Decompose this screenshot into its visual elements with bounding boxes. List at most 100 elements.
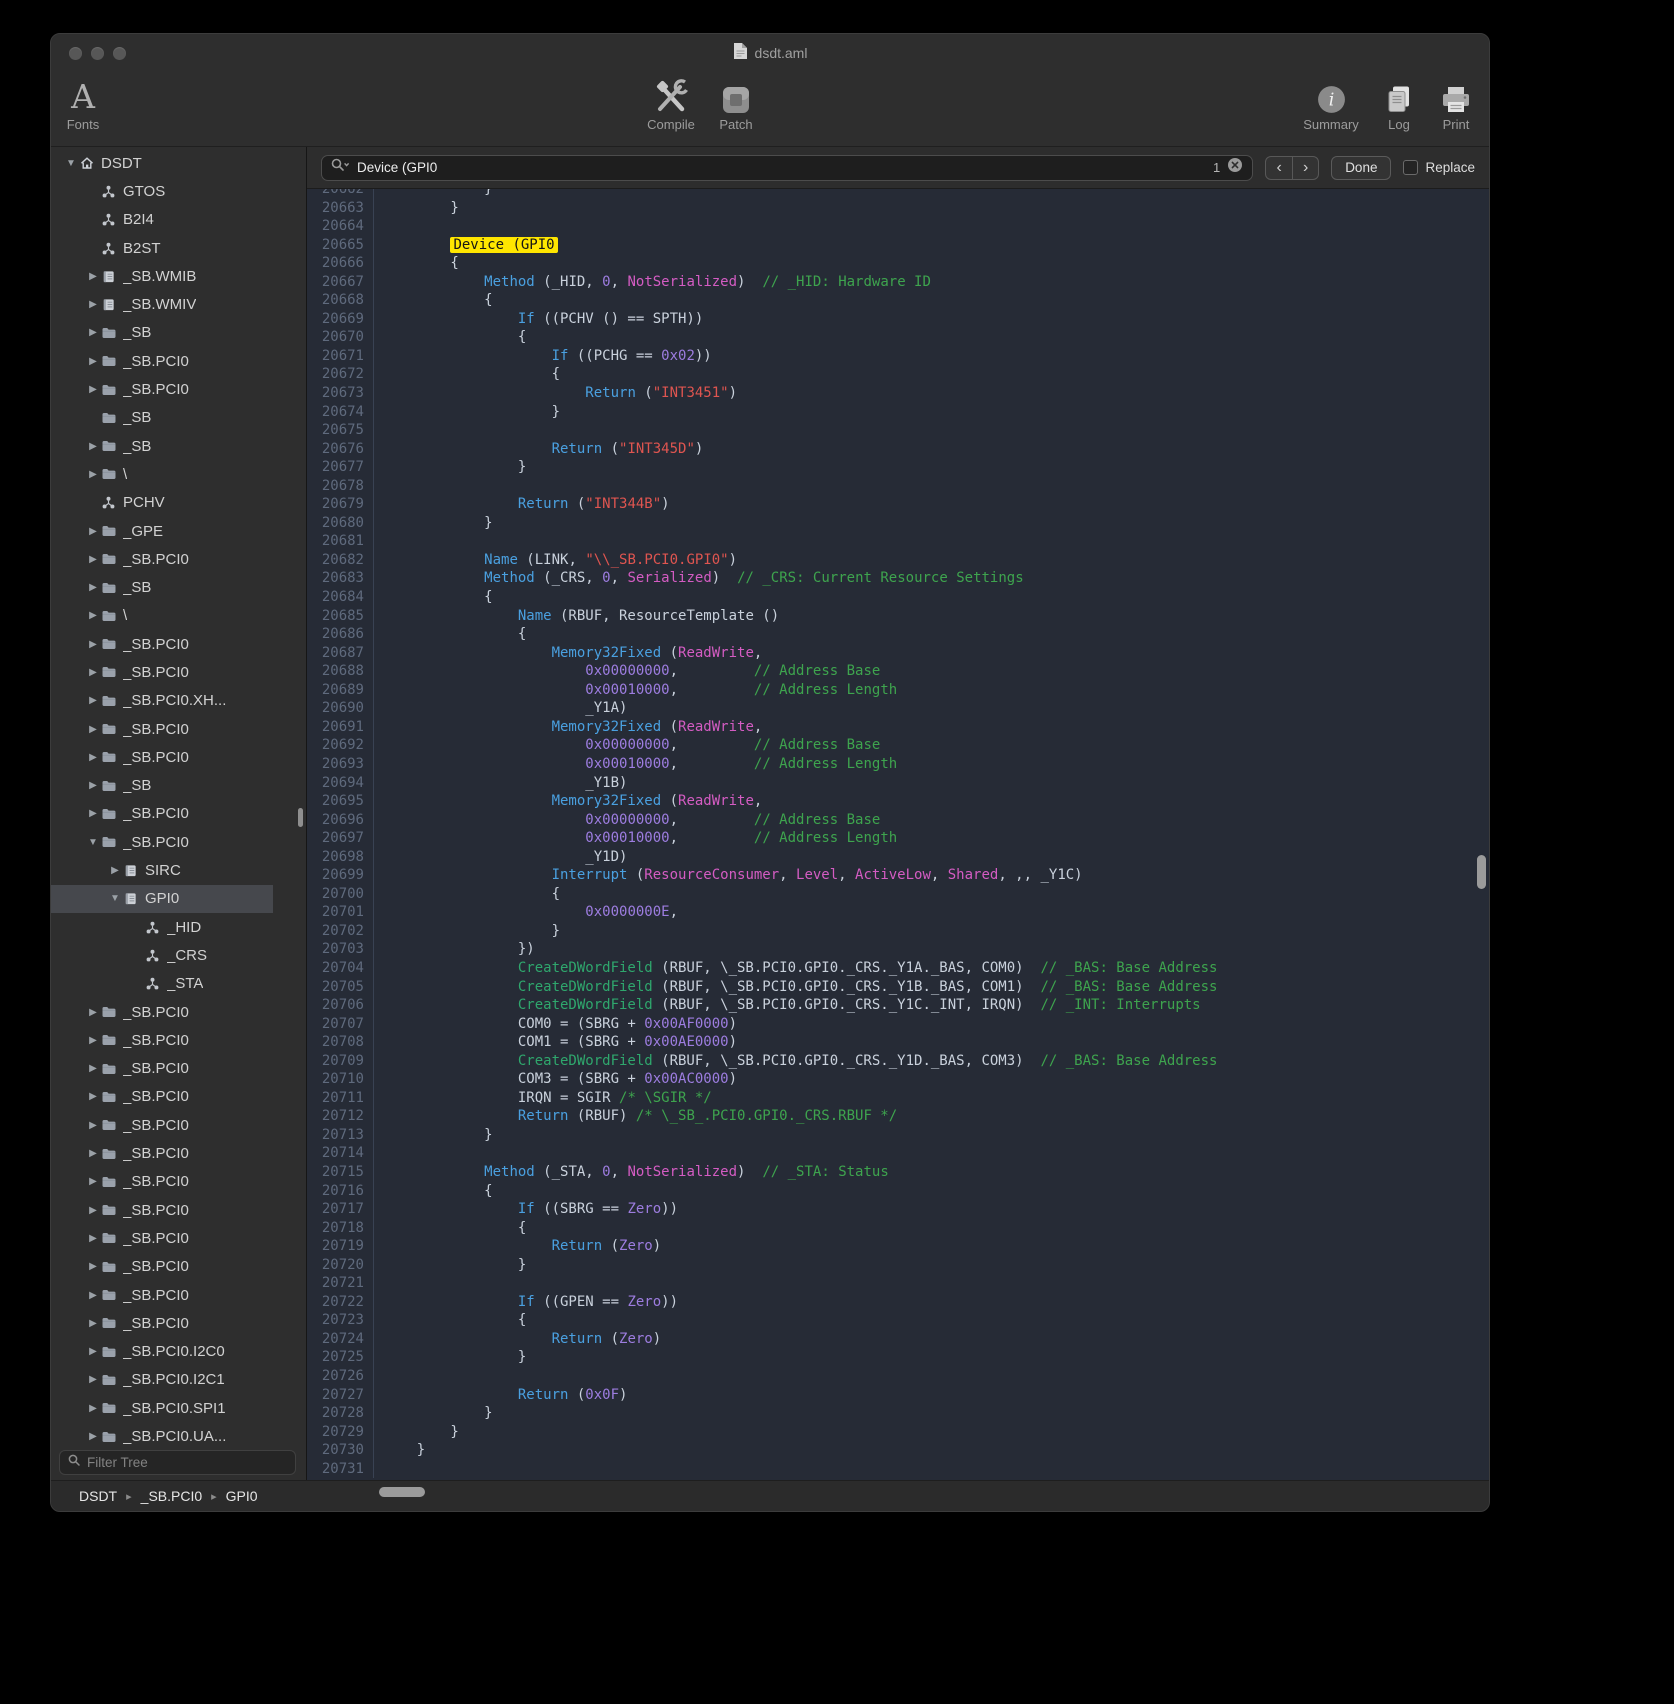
tree-item-dsdt[interactable]: ▼DSDT xyxy=(51,149,306,177)
code-line[interactable]: 20704 CreateDWordField (RBUF, \_SB.PCI0.… xyxy=(307,959,1489,978)
tree-item-sb-pci0[interactable]: ▶_SB.PCI0 xyxy=(51,1139,306,1167)
code-line[interactable]: 20699 Interrupt (ResourceConsumer, Level… xyxy=(307,866,1489,885)
tree-item-sb-pci0[interactable]: ▶_SB.PCI0 xyxy=(51,1055,306,1083)
filter-tree-field[interactable] xyxy=(59,1450,296,1475)
tree-item-sb[interactable]: ▶_SB xyxy=(51,573,306,601)
code-line[interactable]: 20705 CreateDWordField (RBUF, \_SB.PCI0.… xyxy=(307,978,1489,997)
tree-item-sirc[interactable]: ▶SIRC xyxy=(51,856,306,884)
code-line[interactable]: 20681 xyxy=(307,532,1489,551)
breadcrumb-item[interactable]: DSDT xyxy=(79,1488,117,1504)
sidebar-scrollbar-thumb[interactable] xyxy=(298,808,303,827)
disclosure-triangle[interactable]: ▶ xyxy=(85,808,101,819)
tree-item-sb-pci0[interactable]: ▶_SB.PCI0 xyxy=(51,998,306,1026)
code-line[interactable]: 20725 } xyxy=(307,1348,1489,1367)
code-line[interactable]: 20721 xyxy=(307,1274,1489,1293)
disclosure-triangle[interactable]: ▼ xyxy=(85,837,101,848)
tree-item-sb-pci0[interactable]: ▶_SB.PCI0 xyxy=(51,1224,306,1252)
tree-item-sb-pci0[interactable]: ▶_SB.PCI0 xyxy=(51,715,306,743)
code-line[interactable]: 20671 If ((PCHG == 0x02)) xyxy=(307,347,1489,366)
code-line[interactable]: 20694 _Y1B) xyxy=(307,774,1489,793)
tree-item-sb-pci0-xh[interactable]: ▶_SB.PCI0.XH... xyxy=(51,687,306,715)
code-line[interactable]: 20689 0x00010000, // Address Length xyxy=(307,681,1489,700)
tree-item-sb-pci0[interactable]: ▶_SB.PCI0 xyxy=(51,545,306,573)
code-line[interactable]: 20664 xyxy=(307,217,1489,236)
tree-item-sb-pci0[interactable]: ▶_SB.PCI0 xyxy=(51,1111,306,1139)
code-line[interactable]: 20682 Name (LINK, "\\_SB.PCI0.GPI0") xyxy=(307,551,1489,570)
disclosure-triangle[interactable]: ▶ xyxy=(85,1091,101,1102)
tree-item-gpi0[interactable]: ▼GPI0 xyxy=(51,885,306,913)
tree-item-sb-pci0[interactable]: ▶_SB.PCI0 xyxy=(51,1253,306,1281)
log-button[interactable]: Log xyxy=(1377,76,1421,132)
disclosure-triangle[interactable]: ▶ xyxy=(85,469,101,480)
tree-item-sb-pci0[interactable]: ▶_SB.PCI0 xyxy=(51,800,306,828)
replace-checkbox[interactable] xyxy=(1403,160,1418,175)
disclosure-triangle[interactable]: ▶ xyxy=(85,1035,101,1046)
code-line[interactable]: 20697 0x00010000, // Address Length xyxy=(307,829,1489,848)
close-button[interactable] xyxy=(69,47,82,60)
disclosure-triangle[interactable]: ▶ xyxy=(85,327,101,338)
find-next-button[interactable]: › xyxy=(1292,157,1318,179)
tree-item-gtos[interactable]: GTOS xyxy=(51,177,306,205)
code-line[interactable]: 20729 } xyxy=(307,1423,1489,1442)
code-line[interactable]: 20676 Return ("INT345D") xyxy=(307,440,1489,459)
code-line[interactable]: 20722 If ((GPEN == Zero)) xyxy=(307,1293,1489,1312)
code-line[interactable]: 20679 Return ("INT344B") xyxy=(307,495,1489,514)
code-line[interactable]: 20688 0x00000000, // Address Base xyxy=(307,662,1489,681)
code-line[interactable]: 20675 xyxy=(307,421,1489,440)
tree-item-sb-wmib[interactable]: ▶_SB.WMIB xyxy=(51,262,306,290)
disclosure-triangle[interactable]: ▶ xyxy=(85,441,101,452)
tree-item-sb-pci0-spi1[interactable]: ▶_SB.PCI0.SPI1 xyxy=(51,1394,306,1422)
code-line[interactable]: 20667 Method (_HID, 0, NotSerialized) //… xyxy=(307,273,1489,292)
print-button[interactable]: Print xyxy=(1434,76,1478,132)
tree-item-sb-wmiv[interactable]: ▶_SB.WMIV xyxy=(51,290,306,318)
tree-item-sb-pci0[interactable]: ▶_SB.PCI0 xyxy=(51,375,306,403)
code-line[interactable]: 20662 } xyxy=(307,189,1489,199)
disclosure-triangle[interactable]: ▼ xyxy=(63,158,79,169)
code-line[interactable]: 20693 0x00010000, // Address Length xyxy=(307,755,1489,774)
code-line[interactable]: 20700 { xyxy=(307,885,1489,904)
code-line[interactable]: 20715 Method (_STA, 0, NotSerialized) //… xyxy=(307,1163,1489,1182)
tree-item-sb-pci0[interactable]: ▶_SB.PCI0 xyxy=(51,1026,306,1054)
disclosure-triangle[interactable]: ▶ xyxy=(85,1346,101,1357)
disclosure-triangle[interactable]: ▶ xyxy=(85,1007,101,1018)
tree-item-sta[interactable]: _STA xyxy=(51,970,306,998)
disclosure-triangle[interactable]: ▶ xyxy=(107,865,123,876)
tree-item-hid[interactable]: _HID xyxy=(51,913,306,941)
code-line[interactable]: 20728 } xyxy=(307,1404,1489,1423)
disclosure-triangle[interactable]: ▶ xyxy=(85,1374,101,1385)
disclosure-triangle[interactable]: ▶ xyxy=(85,1205,101,1216)
code-line[interactable]: 20686 { xyxy=(307,625,1489,644)
search-input[interactable]: Device (GPI0 1 xyxy=(321,155,1253,181)
code-line[interactable]: 20669 If ((PCHV () == SPTH)) xyxy=(307,310,1489,329)
disclosure-triangle[interactable]: ▶ xyxy=(85,610,101,621)
code-line[interactable]: 20691 Memory32Fixed (ReadWrite, xyxy=(307,718,1489,737)
code-line[interactable]: 20680 } xyxy=(307,514,1489,533)
tree-item-pchv[interactable]: PCHV xyxy=(51,489,306,517)
code-line[interactable]: 20712 Return (RBUF) /* \_SB_.PCI0.GPI0._… xyxy=(307,1107,1489,1126)
tree-item-gpe[interactable]: ▶_GPE xyxy=(51,517,306,545)
code-line[interactable]: 20713 } xyxy=(307,1126,1489,1145)
disclosure-triangle[interactable]: ▶ xyxy=(85,639,101,650)
horizontal-scrollbar-thumb[interactable] xyxy=(379,1487,425,1497)
tree-item-sb-pci0[interactable]: ▶_SB.PCI0 xyxy=(51,1196,306,1224)
tree-item-b2st[interactable]: B2ST xyxy=(51,234,306,262)
fonts-button[interactable]: A Fonts xyxy=(51,76,115,132)
code-editor[interactable]: 20662 }20663 }2066420665 Device (GPI0206… xyxy=(307,189,1489,1480)
code-line[interactable]: 20695 Memory32Fixed (ReadWrite, xyxy=(307,792,1489,811)
find-previous-button[interactable]: ‹ xyxy=(1266,157,1292,179)
disclosure-triangle[interactable]: ▶ xyxy=(85,582,101,593)
breadcrumb-item[interactable]: GPI0 xyxy=(226,1488,258,1504)
tree-item-sb-pci0[interactable]: ▶_SB.PCI0 xyxy=(51,347,306,375)
code-line[interactable]: 20666 { xyxy=(307,254,1489,273)
disclosure-triangle[interactable]: ▶ xyxy=(85,1176,101,1187)
tree-item-sb[interactable]: ▶_SB xyxy=(51,432,306,460)
code-line[interactable]: 20718 { xyxy=(307,1219,1489,1238)
code-line[interactable]: 20720 } xyxy=(307,1256,1489,1275)
disclosure-triangle[interactable]: ▶ xyxy=(85,724,101,735)
code-line[interactable]: 20687 Memory32Fixed (ReadWrite, xyxy=(307,644,1489,663)
code-line[interactable]: 20708 COM1 = (SBRG + 0x00AE0000) xyxy=(307,1033,1489,1052)
tree-item-sb-pci0[interactable]: ▶_SB.PCI0 xyxy=(51,1309,306,1337)
code-line[interactable]: 20665 Device (GPI0 xyxy=(307,236,1489,255)
disclosure-triangle[interactable]: ▶ xyxy=(85,1120,101,1131)
vertical-scrollbar-thumb[interactable] xyxy=(1477,855,1486,889)
